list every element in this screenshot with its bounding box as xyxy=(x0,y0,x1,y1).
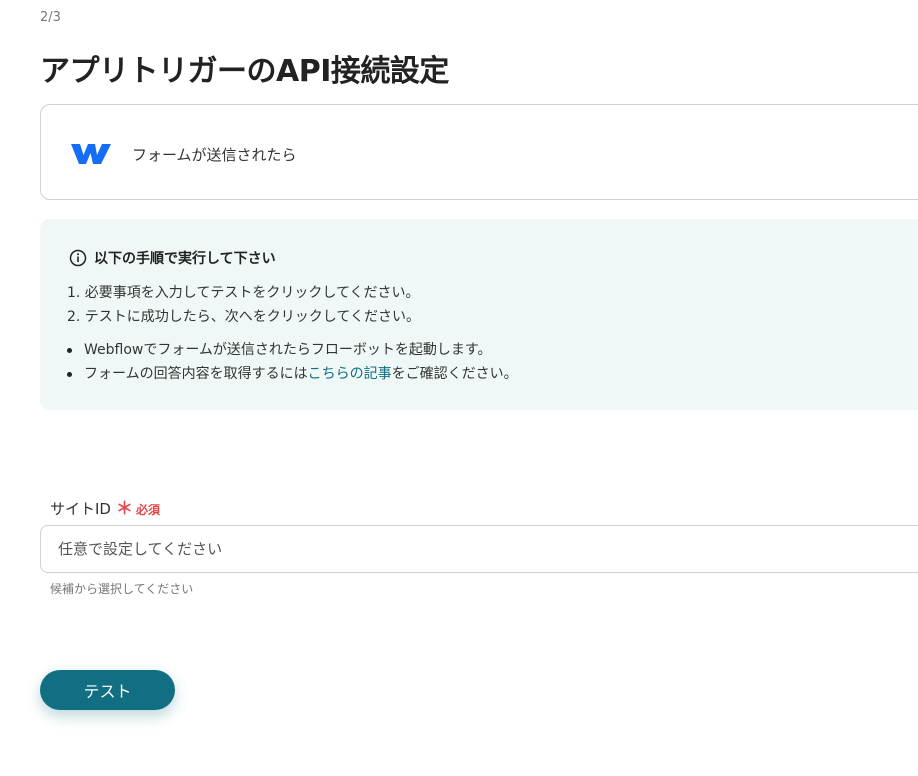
article-link[interactable]: こちらの記事 xyxy=(308,366,392,382)
notes-list: Webflowでフォームが送信されたらフローボットを起動します。 フォームの回答… xyxy=(67,338,518,386)
steps-list: 1. 必要事項を入力してテストをクリックしてください。 2. テストに成功したら… xyxy=(67,281,420,329)
site-id-input[interactable] xyxy=(40,525,918,573)
note-item: Webflowでフォームが送信されたらフローボットを起動します。 xyxy=(67,338,518,362)
trigger-card[interactable]: フォームが送信されたら xyxy=(40,104,918,200)
info-circle-icon xyxy=(69,249,87,267)
trigger-label: フォームが送信されたら xyxy=(132,146,297,164)
instructions-heading-text: 以下の手順で実行して下さい xyxy=(94,251,276,267)
instructions-box: 以下の手順で実行して下さい 1. 必要事項を入力してテストをクリックしてください… xyxy=(40,219,918,410)
webflow-logo-icon xyxy=(71,144,111,164)
required-badge: 必須 xyxy=(135,503,160,517)
site-id-label: サイトID ＊ 必須 xyxy=(50,494,160,519)
page-title: アプリトリガーのAPI接続設定 xyxy=(40,54,449,89)
step-item: 2. テストに成功したら、次へをクリックしてください。 xyxy=(67,309,420,325)
site-id-label-text: サイトID xyxy=(50,500,111,518)
required-mark: ＊ xyxy=(115,499,133,519)
note-text-after: をご確認ください。 xyxy=(391,366,518,382)
site-id-help: 候補から選択してください xyxy=(50,582,194,596)
note-text-before: フォームの回答内容を取得するには xyxy=(84,366,308,382)
test-button[interactable]: テスト xyxy=(40,670,175,710)
step-item: 1. 必要事項を入力してテストをクリックしてください。 xyxy=(67,285,420,301)
instructions-heading: 以下の手順で実行して下さい xyxy=(69,248,276,268)
step-indicator: 2/3 xyxy=(40,10,61,25)
note-item: フォームの回答内容を取得するにはこちらの記事をご確認ください。 xyxy=(67,362,518,386)
page: 2/3 アプリトリガーのAPI接続設定 フォームが送信されたら 以下の手順で実行… xyxy=(0,0,918,776)
